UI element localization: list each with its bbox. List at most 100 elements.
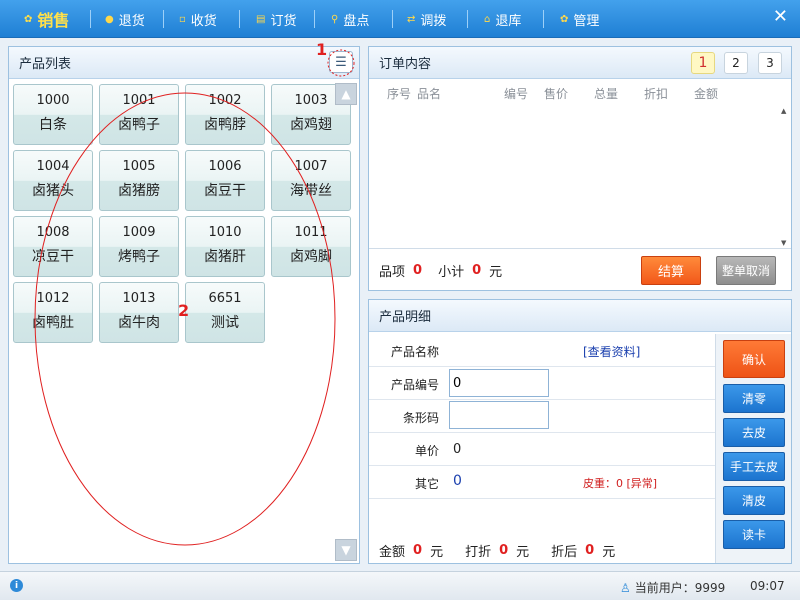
nav-return-stock[interactable]: ⌂ 退库 [484,0,521,38]
product-tile[interactable]: 1002 卤鸭脖 [185,84,265,145]
product-code: 1008 [36,225,70,240]
nav-returns[interactable]: ● 退货 [105,0,145,38]
scroll-down-icon[interactable]: ▼ [335,539,357,561]
user-icon: ♙ [620,581,631,595]
product-code: 1013 [122,291,156,306]
list-view-icon[interactable]: ☰ [329,51,353,73]
info-icon[interactable]: i [10,579,23,592]
nav-separator [163,10,164,28]
discount-label: 打折 [465,545,492,560]
product-code: 1001 [122,93,156,108]
col-code: 编号 [504,87,529,101]
close-icon[interactable]: ✕ [773,6,788,27]
product-list-panel: 产品列表 ☰ 1000 白条 1001 卤鸭子 1002 卤鸭脖 1003 卤鸡翅 1004 卤猪… [8,40,360,564]
order-scrollbar[interactable]: ▲ ▼ [780,107,790,247]
dot-icon: ● [105,13,114,25]
nav-sales[interactable]: ✿ 销售 [24,0,69,38]
page-3-button[interactable]: 3 [758,52,782,74]
scroll-up-icon[interactable]: ▲ [781,107,786,115]
read-card-button[interactable]: 读卡 [723,520,785,549]
items-label: 品项 [379,265,406,280]
product-tile[interactable]: 6651 测试 [185,282,265,343]
product-tile[interactable]: 1008 凉豆干 [13,216,93,277]
product-code: 1006 [208,159,242,174]
product-tile[interactable]: 1011 卤鸡脚 [271,216,351,277]
barcode-label: 条形码 [402,411,439,425]
product-name: 凉豆干 [32,249,74,265]
product-name: 卤牛肉 [118,315,160,331]
page-1-button[interactable]: 1 [691,52,715,74]
clear-tare-button[interactable]: 清皮 [723,486,785,515]
manual-tare-button[interactable]: 手工去皮 [723,452,785,481]
status-bar: i ♙ 当前用户：9999 09:07 [0,571,800,600]
product-code: 1010 [208,225,242,240]
nav-inventory[interactable]: ⚲ 盘点 [331,0,369,38]
top-nav-bar: ✿ 销售 ● 退货 ▫ 收货 ▤ 订货 ⚲ 盘点 ⇄ 调拨 ⌂ 退库 ✿ 管理 ✕ [0,0,800,38]
discount-currency: 元 [516,545,530,560]
product-tile[interactable]: 1001 卤鸭子 [99,84,179,145]
view-info-link[interactable]: [查看资料] [583,343,640,360]
product-code-input[interactable] [449,369,549,397]
product-tile[interactable]: 1010 卤猪肝 [185,216,265,277]
document-icon: ▫ [179,13,186,25]
col-quantity: 总量 [594,87,619,101]
nav-separator [239,10,240,28]
col-name: 品名 [417,87,442,101]
other-label: 其它 [414,477,439,491]
product-name: 海带丝 [290,183,332,199]
product-tile[interactable]: 1007 海带丝 [271,150,351,211]
home-icon: ⌂ [484,13,491,25]
order-panel: 订单内容 1 2 3 序号 品名 编号 售价 总量 折扣 金额 ▲ ▼ 品项 0… [368,46,792,291]
product-tile[interactable]: 1013 卤牛肉 [99,282,179,343]
chat-icon: ▤ [256,13,266,25]
subtotal-label: 小计 [438,265,465,280]
product-name: 白条 [39,117,67,133]
product-tile[interactable]: 1005 卤猪膀 [99,150,179,211]
product-name: 测试 [211,315,239,331]
product-code: 1000 [36,93,70,108]
tare-button[interactable]: 去皮 [723,418,785,447]
col-amount: 金额 [694,87,719,101]
nav-receiving[interactable]: ▫ 收货 [179,0,217,38]
product-code: 1012 [36,291,70,306]
checkout-button[interactable]: 结算 [641,256,701,285]
product-tile[interactable]: 1012 卤鸭肚 [13,282,93,343]
nav-separator [467,10,468,28]
clear-zero-button[interactable]: 清零 [723,384,785,413]
price-label: 单价 [414,444,439,458]
scroll-down-icon[interactable]: ▼ [781,239,786,247]
nav-ordering[interactable]: ▤ 订货 [256,0,296,38]
product-tile[interactable]: 1006 卤豆干 [185,150,265,211]
product-name: 烤鸭子 [118,249,160,265]
name-row: 产品名称 [查看资料] [369,334,715,367]
barcode-input[interactable] [449,401,549,429]
detail-header: 产品明细 [369,300,791,332]
annotation-label-1: 1 [316,40,328,59]
amount-currency: 元 [430,545,444,560]
other-value: 0 [453,473,462,489]
subtotal-value: 0 [472,263,482,278]
product-tile[interactable]: 1004 卤猪头 [13,150,93,211]
page-2-button[interactable]: 2 [724,52,748,74]
scroll-up-icon[interactable]: ▲ [335,83,357,105]
tare-status: 皮重：0 [异常] [583,477,658,490]
nav-separator [90,10,91,28]
nav-separator [392,10,393,28]
product-tile[interactable]: 1009 烤鸭子 [99,216,179,277]
order-items-list[interactable] [369,105,791,249]
nav-transfer[interactable]: ⇄ 调拨 [407,0,446,38]
price-value: 0 [453,442,462,457]
product-tile[interactable]: 1000 白条 [13,84,93,145]
order-title: 订单内容 [379,57,432,72]
product-name: 卤猪头 [32,183,74,199]
product-code: 1004 [36,159,70,174]
cancel-order-button[interactable]: 整单取消 [716,256,776,285]
barcode-row: 条形码 [369,400,715,433]
order-summary: 品项 0 小计 0 元 [379,261,502,280]
product-code: 1007 [294,159,328,174]
discount-value: 0 [499,543,509,558]
nav-management[interactable]: ✿ 管理 [560,0,599,38]
search-icon: ⚲ [331,13,339,25]
after-discount-currency: 元 [602,545,616,560]
confirm-button[interactable]: 确认 [723,340,785,378]
